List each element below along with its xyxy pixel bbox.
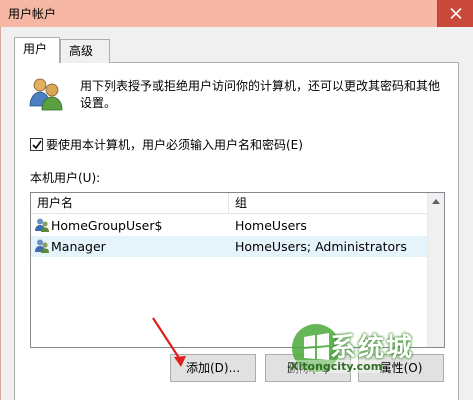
user-group: HomeUsers; Administrators — [235, 239, 407, 254]
require-login-label[interactable]: 要使用本计算机，用户必须输入用户名和密码(E) — [46, 136, 303, 153]
user-name: Manager — [51, 239, 106, 254]
close-icon — [450, 8, 462, 19]
users-icon — [29, 78, 63, 111]
users-list[interactable]: 用户名 组 HomeGroupUser$ HomeUsers Manager H… — [30, 192, 445, 348]
close-button[interactable] — [437, 0, 473, 27]
title-bar: 用户帐户 — [0, 0, 473, 27]
list-header: 用户名 组 — [31, 193, 444, 214]
table-row[interactable]: Manager HomeUsers; Administrators — [31, 236, 428, 257]
description-text: 用下列表授予或拒绝用户访问你的计算机，还可以更改其密码和其他设置。 — [80, 79, 441, 110]
tab-users[interactable]: 用户 — [14, 37, 60, 63]
scroll-up-icon[interactable] — [432, 199, 440, 204]
watermark-brand: 系统城 — [330, 333, 415, 363]
user-icon — [35, 239, 49, 253]
list-scrollbar[interactable] — [427, 193, 444, 347]
column-header-group[interactable]: 组 — [229, 193, 429, 214]
column-header-username[interactable]: 用户名 — [31, 193, 229, 214]
users-section-label: 本机用户(U): — [30, 171, 101, 185]
user-name: HomeGroupUser$ — [51, 218, 163, 233]
window-title: 用户帐户 — [8, 7, 57, 21]
red-arrow-annotation — [152, 317, 186, 367]
watermark-url: Xitongcity.com — [290, 360, 383, 373]
require-login-checkbox[interactable] — [30, 138, 43, 151]
tab-advanced[interactable]: 高级 — [60, 39, 110, 63]
user-group: HomeUsers — [235, 218, 307, 233]
checkmark-icon — [32, 140, 42, 150]
user-icon — [35, 218, 49, 232]
table-row[interactable]: HomeGroupUser$ HomeUsers — [31, 215, 428, 236]
